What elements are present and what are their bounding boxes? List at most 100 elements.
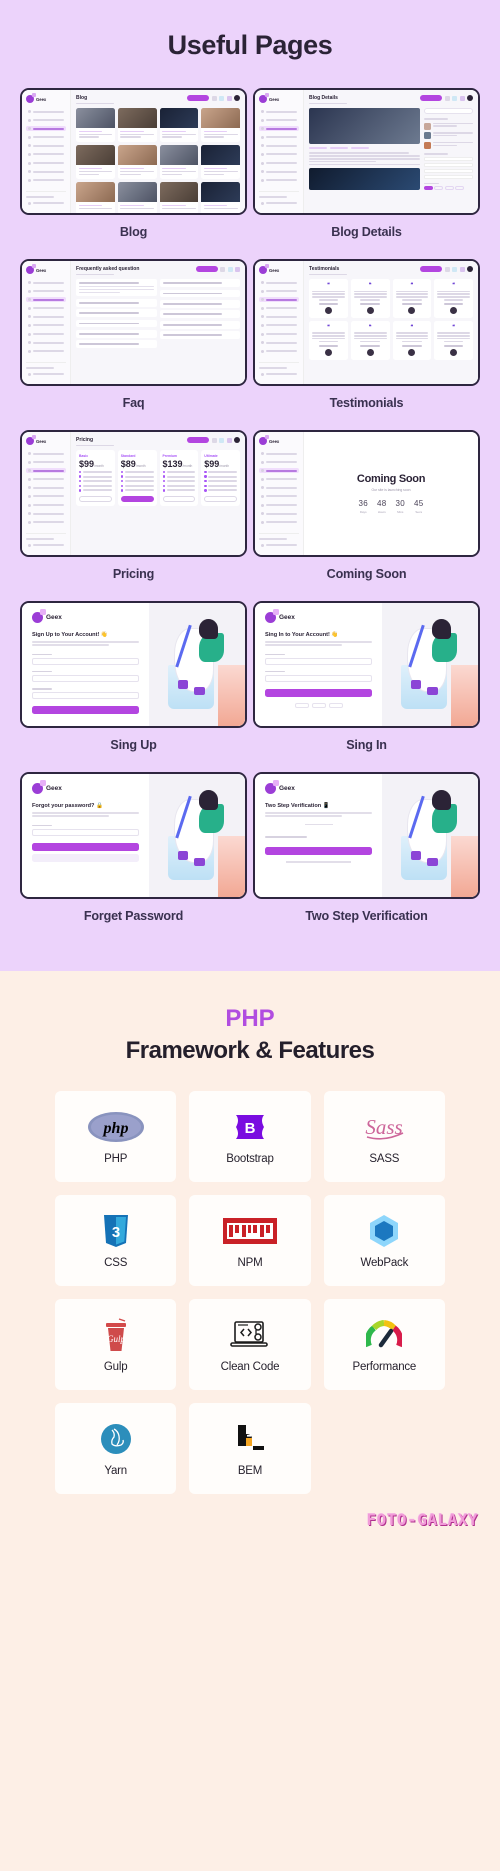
faq-item[interactable]	[76, 309, 157, 318]
nav-item[interactable]	[259, 161, 299, 166]
moon-icon[interactable]	[235, 266, 240, 272]
tech-card-sass[interactable]: Sass SASS	[323, 1091, 445, 1182]
nav-item[interactable]	[259, 280, 299, 285]
twitter-login-button[interactable]	[328, 702, 343, 708]
primary-button[interactable]	[187, 437, 209, 443]
moon-icon[interactable]	[226, 437, 232, 443]
primary-button[interactable]	[420, 266, 442, 272]
mockup-two-step-verification[interactable]: Geex Two Step Verification 📱	[253, 772, 480, 899]
nav-item[interactable]	[259, 178, 299, 183]
page-card-sign-up[interactable]: Geex Sign Up to Your Account! 👋 Sing Up	[20, 601, 247, 766]
primary-button[interactable]	[187, 95, 209, 101]
sidebar-footer-item[interactable]	[259, 201, 299, 206]
mockup-forget-password[interactable]: Geex Forgot your password? 🔒	[20, 772, 247, 899]
pricing-card[interactable]: Premium $139/month	[159, 450, 199, 506]
nav-item[interactable]	[259, 349, 299, 354]
email-input[interactable]	[32, 674, 140, 682]
testimonial-card[interactable]: ❝	[309, 279, 348, 318]
nav-item[interactable]	[26, 143, 66, 148]
grid-icon[interactable]	[211, 437, 217, 443]
faq-item[interactable]	[159, 299, 240, 308]
primary-button[interactable]	[420, 95, 442, 101]
nav-item[interactable]	[259, 118, 299, 123]
back-to-login-button[interactable]	[32, 853, 140, 862]
verify-account-button[interactable]	[265, 847, 373, 856]
page-card-testimonials[interactable]: Geex Testimonials ❝ ❝ ❝ ❝ ❝ ❝ ❝ ❝ Testim…	[253, 259, 480, 424]
grid-icon[interactable]	[444, 95, 450, 101]
faq-item[interactable]	[76, 340, 157, 349]
testimonial-card[interactable]: ❝	[434, 279, 473, 318]
nav-item[interactable]	[259, 306, 299, 311]
tech-card-bem[interactable]: BEM	[189, 1403, 311, 1494]
blog-card[interactable]	[159, 182, 199, 213]
nav-item[interactable]	[26, 503, 66, 508]
sidebar-footer-item[interactable]	[26, 543, 66, 548]
nav-item[interactable]	[259, 340, 299, 345]
moon-icon[interactable]	[226, 95, 232, 101]
nav-item[interactable]	[26, 323, 66, 328]
tech-card-clean-code[interactable]: Clean Code	[189, 1299, 311, 1390]
nav-item[interactable]	[26, 118, 66, 123]
faq-item[interactable]	[76, 330, 157, 338]
testimonial-card[interactable]: ❝	[392, 279, 432, 318]
nav-item-active[interactable]	[259, 297, 300, 303]
nav-item[interactable]	[26, 451, 66, 456]
nav-item[interactable]	[259, 143, 299, 148]
grid-icon[interactable]	[444, 266, 450, 272]
plan-cta-button[interactable]	[204, 495, 237, 502]
password-input[interactable]	[32, 692, 140, 700]
bell-icon[interactable]	[219, 437, 224, 443]
nav-item[interactable]	[259, 109, 299, 114]
category-item[interactable]	[423, 168, 473, 173]
mockup-sign-up[interactable]: Geex Sign Up to Your Account! 👋	[20, 601, 247, 728]
tech-card-performance[interactable]: Performance	[323, 1299, 445, 1390]
resend-code-link[interactable]	[286, 861, 351, 864]
facebook-login-button[interactable]	[311, 702, 326, 708]
category-item[interactable]	[423, 174, 473, 179]
bell-icon[interactable]	[219, 95, 224, 101]
email-input[interactable]	[265, 657, 373, 665]
nav-item[interactable]	[259, 289, 299, 294]
testimonial-card[interactable]: ❝	[392, 320, 432, 360]
faq-item[interactable]	[159, 320, 240, 329]
nav-item[interactable]	[259, 460, 299, 465]
faq-item[interactable]	[159, 331, 240, 339]
nav-item[interactable]	[259, 485, 299, 490]
category-item[interactable]	[423, 162, 473, 167]
nav-item[interactable]	[26, 280, 66, 285]
pricing-card[interactable]: Basic $99/month	[76, 450, 115, 506]
avatar[interactable]	[467, 266, 473, 272]
plan-cta-button[interactable]	[162, 495, 196, 502]
mockup-testimonials[interactable]: Geex Testimonials ❝ ❝ ❝ ❝ ❝ ❝ ❝ ❝	[253, 259, 480, 386]
nav-item[interactable]	[26, 178, 66, 183]
blog-card[interactable]	[117, 182, 157, 213]
nav-item[interactable]	[26, 520, 66, 525]
testimonial-card[interactable]: ❝	[434, 320, 473, 360]
nav-item[interactable]	[26, 109, 66, 114]
page-card-faq[interactable]: Geex Frequently asked question Faq	[20, 259, 247, 424]
primary-button[interactable]	[195, 266, 218, 272]
nav-item[interactable]	[26, 477, 66, 482]
nav-item-active[interactable]	[259, 468, 300, 474]
nav-item[interactable]	[26, 349, 66, 354]
moon-icon[interactable]	[459, 95, 465, 101]
sign-up-button[interactable]	[32, 706, 140, 715]
page-card-blog[interactable]: Geex Blog Blog	[20, 88, 247, 253]
nav-item[interactable]	[259, 494, 299, 499]
nav-item[interactable]	[259, 135, 299, 140]
blog-card[interactable]	[201, 182, 240, 213]
page-card-sign-in[interactable]: Geex Sing In to Your Account! 👋 Sing In	[253, 601, 480, 766]
grid-icon[interactable]	[220, 266, 225, 272]
blog-card[interactable]	[117, 145, 157, 180]
nav-item[interactable]	[259, 169, 299, 174]
bell-icon[interactable]	[452, 95, 457, 101]
nav-item[interactable]	[26, 135, 66, 140]
nav-item[interactable]	[26, 340, 66, 345]
nav-item[interactable]	[26, 306, 66, 311]
nav-item[interactable]	[259, 503, 299, 508]
mockup-sign-in[interactable]: Geex Sing In to Your Account! 👋	[253, 601, 480, 728]
nav-item-active[interactable]	[26, 468, 67, 474]
plan-cta-button[interactable]	[79, 495, 112, 502]
nav-item[interactable]	[26, 485, 66, 490]
nav-item[interactable]	[26, 314, 66, 319]
